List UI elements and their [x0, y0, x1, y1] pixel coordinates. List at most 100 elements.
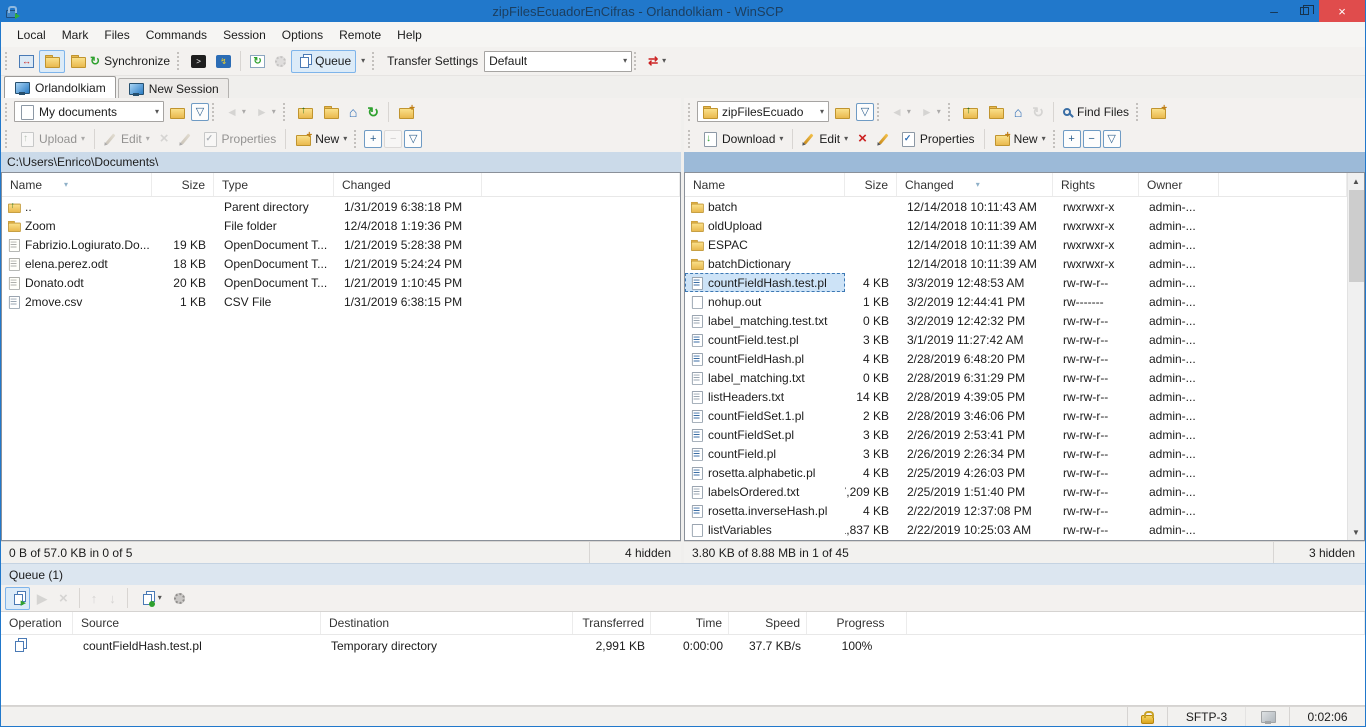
file-row[interactable]: countFieldHash.test.pl 4 KB 3/3/2019 12:…	[685, 273, 1347, 292]
delete-button[interactable]: ×	[853, 127, 872, 150]
open-directory-button[interactable]	[829, 100, 855, 123]
filter-button[interactable]: ▽	[191, 103, 209, 121]
file-row[interactable]: nohup.out 1 KB 3/2/2019 12:44:41 PM rw--…	[685, 292, 1347, 311]
column-header-changed[interactable]: Changed	[334, 173, 482, 196]
minimize-button[interactable]: –	[1259, 0, 1289, 22]
parent-directory-button[interactable]	[292, 100, 318, 123]
column-header-owner[interactable]: Owner	[1139, 173, 1219, 196]
column-header-type[interactable]: Type	[214, 173, 334, 196]
column-header-time[interactable]: Time	[651, 612, 729, 634]
scrollbar-thumb[interactable]	[1349, 190, 1364, 282]
local-drive-select[interactable]: My documents▾	[14, 101, 164, 122]
custom-command-button[interactable]: ↯	[211, 50, 236, 73]
menu-item[interactable]: Session	[215, 25, 274, 45]
find-files-button[interactable]: Find Files	[1058, 100, 1134, 123]
refresh-button[interactable]: ↻	[1027, 100, 1049, 123]
vertical-scrollbar[interactable]: ▲ ▼	[1347, 173, 1364, 540]
root-directory-button[interactable]	[318, 100, 344, 123]
menu-item[interactable]: Help	[389, 25, 430, 45]
file-row[interactable]: labelsOrdered.txt 7,209 KB 2/25/2019 1:5…	[685, 482, 1347, 501]
close-button[interactable]: ×	[1319, 0, 1365, 22]
menu-item[interactable]: Commands	[138, 25, 215, 45]
remote-path-bar[interactable]	[684, 152, 1365, 172]
upload-button[interactable]: Upload▾	[14, 127, 90, 150]
file-row[interactable]: label_matching.txt 0 KB 2/28/2019 6:31:2…	[685, 368, 1347, 387]
parent-directory-button[interactable]	[957, 100, 983, 123]
synchronize-button[interactable]: ↻Synchronize	[65, 50, 175, 73]
remote-hidden-count[interactable]: 3 hidden	[1273, 542, 1365, 563]
file-row[interactable]: countField.test.pl 3 KB 3/1/2019 11:27:4…	[685, 330, 1347, 349]
queue-dropdown-button[interactable]: ▾	[356, 50, 370, 73]
forward-button[interactable]: ►▾	[251, 100, 281, 123]
back-button[interactable]: ◄▾	[221, 100, 251, 123]
download-button[interactable]: Download▾	[697, 127, 788, 150]
menu-item[interactable]: Options	[274, 25, 331, 45]
queue-resume-button[interactable]: ▶	[32, 587, 52, 610]
column-header-source[interactable]: Source	[73, 612, 321, 634]
menu-item[interactable]: Remote	[331, 25, 389, 45]
selection-filter-button[interactable]: ▽	[404, 130, 422, 148]
file-row[interactable]: batchDictionary 12/14/2018 10:11:39 AM r…	[685, 254, 1347, 273]
column-header-name[interactable]: Name▾	[2, 173, 152, 196]
select-files-button[interactable]: +	[1063, 130, 1081, 148]
remote-drive-select[interactable]: zipFilesEcuado▾	[697, 101, 829, 122]
new-button[interactable]: New▾	[989, 127, 1051, 150]
forward-button[interactable]: ►▾	[916, 100, 946, 123]
column-header-destination[interactable]: Destination	[321, 612, 573, 634]
file-row[interactable]: rosetta.alphabetic.pl 4 KB 2/25/2019 4:2…	[685, 463, 1347, 482]
menu-item[interactable]: Local	[9, 25, 54, 45]
file-row[interactable]: countFieldSet.1.pl 2 KB 2/28/2019 3:46:0…	[685, 406, 1347, 425]
session-tab[interactable]: Orlandolkiam	[4, 76, 116, 98]
root-directory-button[interactable]	[983, 100, 1009, 123]
open-console-button[interactable]: >	[186, 50, 211, 73]
new-button[interactable]: New▾	[290, 127, 352, 150]
scroll-up-icon[interactable]: ▲	[1352, 173, 1360, 189]
column-header-progress[interactable]: Progress	[807, 612, 907, 634]
queue-toggle-button[interactable]: Queue	[291, 50, 356, 73]
restore-button[interactable]	[1289, 0, 1319, 22]
panel-transfer-button[interactable]: ↻	[245, 50, 270, 73]
file-row[interactable]: label_matching.test.txt 0 KB 3/2/2019 12…	[685, 311, 1347, 330]
queue-delete-button[interactable]: ×	[54, 587, 73, 610]
file-row[interactable]: countFieldSet.pl 3 KB 2/26/2019 2:53:41 …	[685, 425, 1347, 444]
queue-move-up-button[interactable]: ↑	[86, 587, 103, 610]
file-row[interactable]: Donato.odt 20 KB OpenDocument T... 1/21/…	[2, 273, 680, 292]
menu-item[interactable]: Files	[96, 25, 137, 45]
file-row[interactable]: ESPAC 12/14/2018 10:11:39 AM rwxrwxr-x a…	[685, 235, 1347, 254]
synchronize-browsing-button[interactable]	[39, 50, 65, 73]
follow-symlinks-button[interactable]	[393, 100, 419, 123]
file-row[interactable]: listVariables 1,837 KB 2/22/2019 10:25:0…	[685, 520, 1347, 539]
back-button[interactable]: ◄▾	[886, 100, 916, 123]
select-files-button[interactable]: +	[364, 130, 382, 148]
file-row[interactable]: elena.perez.odt 18 KB OpenDocument T... …	[2, 254, 680, 273]
file-row[interactable]: Fabrizio.Logiurato.Do... 19 KB OpenDocum…	[2, 235, 680, 254]
compare-directories-button[interactable]: ↔	[14, 50, 39, 73]
queue-operations-button[interactable]: ▾	[134, 587, 167, 610]
scroll-down-icon[interactable]: ▼	[1352, 524, 1360, 540]
preferences-button[interactable]	[270, 50, 291, 73]
session-duration[interactable]: 0:02:06	[1289, 707, 1365, 726]
edit-button[interactable]: Edit▾	[99, 127, 155, 150]
transfer-options-button[interactable]: ⇄▾	[643, 50, 671, 73]
filter-button[interactable]: ▽	[856, 103, 874, 121]
column-header-name[interactable]: Name	[685, 173, 845, 196]
column-header-speed[interactable]: Speed	[729, 612, 807, 634]
transfer-settings-select[interactable]: Default▾	[484, 51, 632, 72]
local-hidden-count[interactable]: 4 hidden	[589, 542, 681, 563]
file-row[interactable]: countField.pl 3 KB 2/26/2019 2:26:34 PM …	[685, 444, 1347, 463]
properties-button[interactable]: Properties	[197, 127, 282, 150]
open-directory-button[interactable]	[164, 100, 190, 123]
delete-button[interactable]: ×	[155, 127, 174, 150]
queue-header[interactable]: Queue (1)	[1, 563, 1365, 585]
file-row[interactable]: listHeaders.txt 14 KB 2/28/2019 4:39:05 …	[685, 387, 1347, 406]
file-row[interactable]: batch 12/14/2018 10:11:43 AM rwxrwxr-x a…	[685, 197, 1347, 216]
menu-item[interactable]: Mark	[54, 25, 97, 45]
file-row[interactable]: .. Parent directory 1/31/2019 6:38:18 PM	[2, 197, 680, 216]
column-header-transferred[interactable]: Transferred	[573, 612, 651, 634]
properties-button[interactable]: Properties	[895, 127, 980, 150]
rename-button[interactable]	[872, 127, 895, 150]
protocol-status[interactable]: SFTP-3	[1167, 707, 1245, 726]
refresh-button[interactable]: ↻	[362, 100, 384, 123]
column-header-changed[interactable]: Changed▾	[897, 173, 1053, 196]
queue-preferences-button[interactable]	[169, 587, 190, 610]
